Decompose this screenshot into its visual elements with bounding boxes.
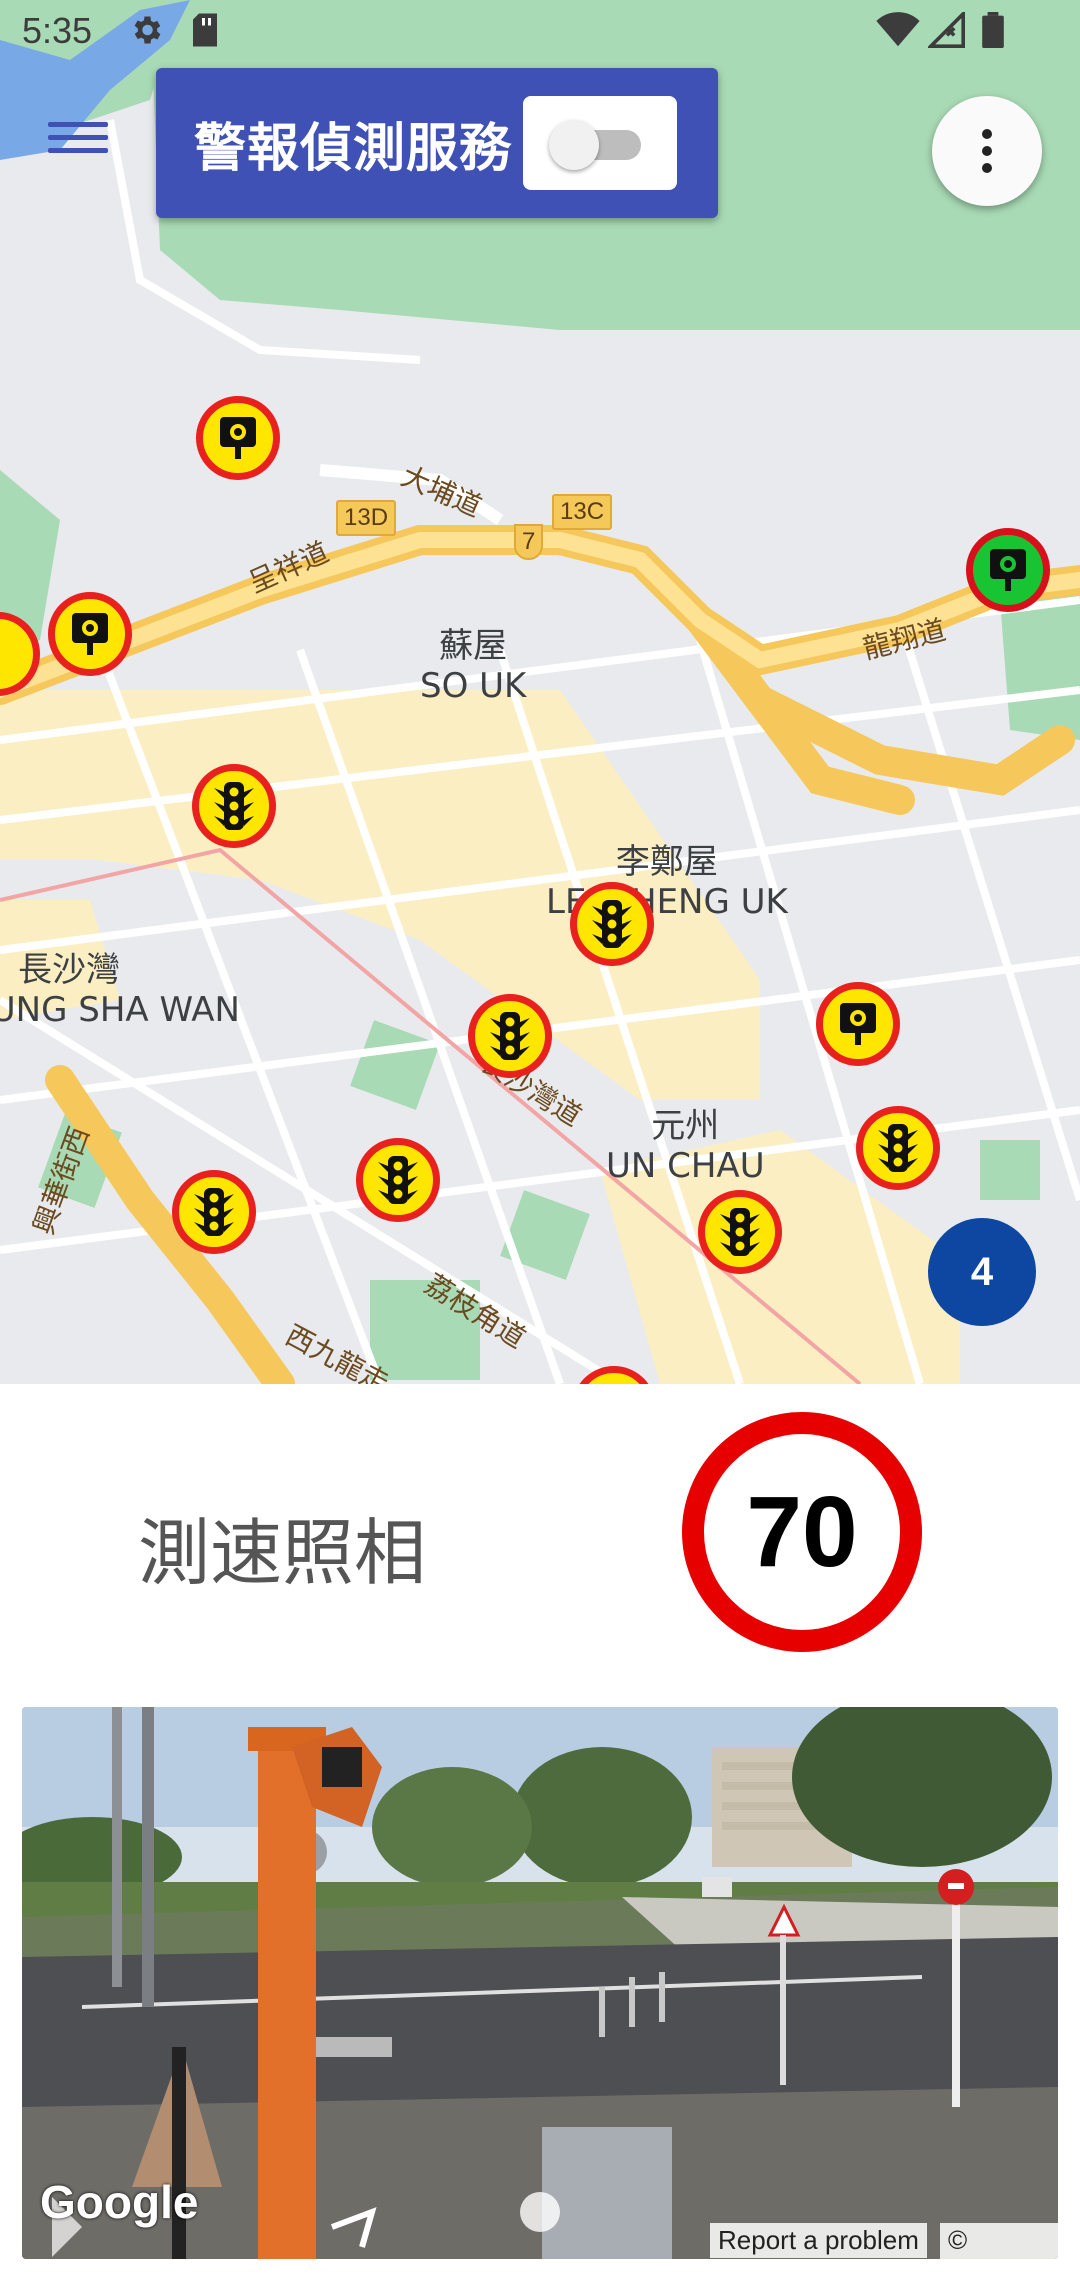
alert-service-label: 警報偵測服務 (194, 119, 513, 179)
status-bar: 5:35 (0, 0, 1080, 66)
status-time: 5:35 (22, 10, 93, 51)
red-light-camera-marker[interactable] (698, 1190, 782, 1274)
camera-icon (840, 1003, 876, 1045)
settings-icon (134, 16, 161, 44)
traffic-light-icon (720, 1208, 760, 1256)
place-label-zh: 李鄭屋 (615, 842, 718, 882)
traffic-light-icon (194, 1188, 234, 1236)
red-light-camera-marker[interactable] (172, 1170, 256, 1254)
menu-line (48, 135, 108, 140)
traffic-light-icon (214, 782, 254, 830)
place-label-so-uk: 蘇屋 SO UK (420, 626, 526, 706)
menu-line (48, 122, 108, 127)
camera-icon (220, 417, 256, 459)
place-label-un-chau: 元州 UN CHAU (606, 1106, 765, 1186)
more-vert-icon (982, 129, 992, 173)
speed-camera-marker[interactable] (196, 396, 280, 480)
traffic-light-icon (490, 1012, 530, 1060)
place-label-en: CHEUNG SHA WAN (0, 990, 240, 1030)
copyright-label: © Google (940, 2223, 1058, 2259)
alert-service-card: 警報偵測服務 (156, 68, 718, 218)
red-light-camera-marker[interactable] (192, 764, 276, 848)
camera-icon (72, 613, 108, 655)
report-problem-link[interactable]: Report a problem (710, 2223, 927, 2258)
alert-service-toggle[interactable] (523, 96, 677, 190)
speed-camera-marker[interactable] (48, 592, 132, 676)
place-label-zh: 蘇屋 (439, 626, 508, 666)
red-light-camera-marker[interactable] (468, 994, 552, 1078)
active-speed-camera-marker[interactable] (966, 528, 1050, 612)
route-shield: 13C (552, 494, 613, 530)
toggle-thumb (549, 120, 599, 170)
route-shield: 7 (514, 524, 544, 560)
more-options-button[interactable] (932, 96, 1042, 206)
traffic-light-icon (378, 1156, 418, 1204)
google-logo: Google (40, 2176, 199, 2228)
place-label-en: UN CHAU (606, 1146, 765, 1186)
wifi-icon (876, 12, 920, 47)
place-label-en: SO UK (420, 666, 527, 706)
traffic-light-icon (592, 900, 632, 948)
speed-limit-sign: 70 (682, 1412, 922, 1652)
street-view-panorama[interactable]: Google Report a problem © Google (22, 1707, 1058, 2259)
red-light-camera-marker[interactable] (856, 1106, 940, 1190)
marker-cluster[interactable]: 4 (928, 1218, 1036, 1326)
place-label-zh: 長沙灣 (18, 950, 120, 990)
red-light-camera-marker[interactable] (356, 1138, 440, 1222)
speed-limit-value: 70 (746, 1475, 858, 1588)
red-light-camera-marker[interactable] (570, 882, 654, 966)
route-shield: 13D (336, 500, 397, 536)
battery-icon (982, 12, 1004, 48)
speed-camera-marker[interactable] (816, 982, 900, 1066)
place-label-cheung-sha-wan: 長沙灣 CHEUNG SHA WAN (0, 950, 240, 1030)
place-label-zh: 元州 (651, 1106, 720, 1146)
menu-line (48, 148, 108, 153)
signal-icon (928, 12, 965, 48)
camera-type-label: 測速照相 (138, 1511, 427, 1595)
sd-card-icon (193, 13, 217, 47)
traffic-light-icon (878, 1124, 918, 1172)
camera-icon (990, 549, 1026, 591)
hamburger-menu-button[interactable] (48, 122, 108, 162)
